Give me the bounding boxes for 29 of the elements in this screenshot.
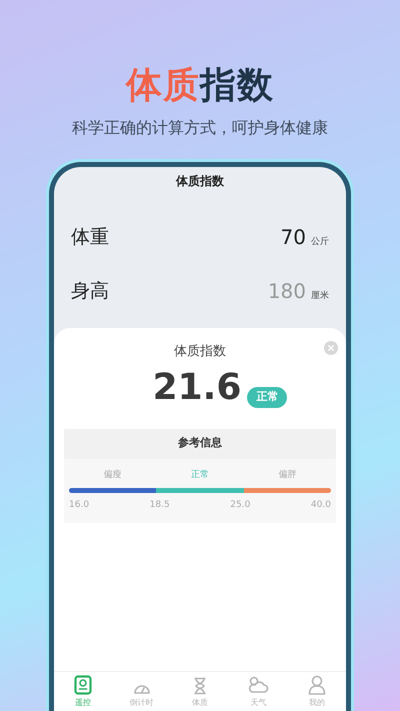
tab[interactable]: 我的 — [288, 672, 346, 709]
bmi-value: 21.6 — [152, 366, 242, 410]
tab[interactable]: 倒计时 — [112, 672, 171, 709]
tab[interactable]: 遥控 — [54, 672, 112, 709]
reference-title: 参考信息 — [64, 428, 336, 458]
sun-cloud-icon — [247, 675, 270, 695]
tab[interactable]: 体质 — [170, 672, 230, 709]
screen-title: 体质指数 — [174, 173, 225, 190]
subtitle: 科学正确的计算方式，呵护身体健康 — [72, 117, 328, 139]
input-field[interactable]: 180 厘米 — [268, 276, 329, 306]
range-label: 偏瘦 — [102, 468, 123, 482]
input-field[interactable]: 70 公斤 — [280, 222, 329, 252]
remote-icon — [74, 675, 92, 695]
range-tick: 40.0 — [310, 499, 331, 512]
close-button[interactable] — [324, 341, 338, 355]
range-label: 偏胖 — [277, 468, 298, 482]
hourglass-icon — [193, 677, 208, 695]
close-icon — [328, 345, 334, 351]
field-label: 体重 — [71, 224, 109, 250]
field-label: 身高 — [71, 278, 109, 304]
person-icon — [308, 675, 326, 695]
range-tick: 18.5 — [150, 499, 170, 512]
tab[interactable]: 天气 — [229, 672, 288, 709]
range-tick: 25.0 — [230, 499, 250, 512]
range-tick: 16.0 — [69, 499, 90, 512]
sheet-title: 体质指数 — [174, 343, 226, 361]
status-badge: 正常 — [247, 387, 288, 408]
headline: 体质指数 — [126, 64, 274, 108]
range-label: 正常 — [190, 468, 210, 482]
